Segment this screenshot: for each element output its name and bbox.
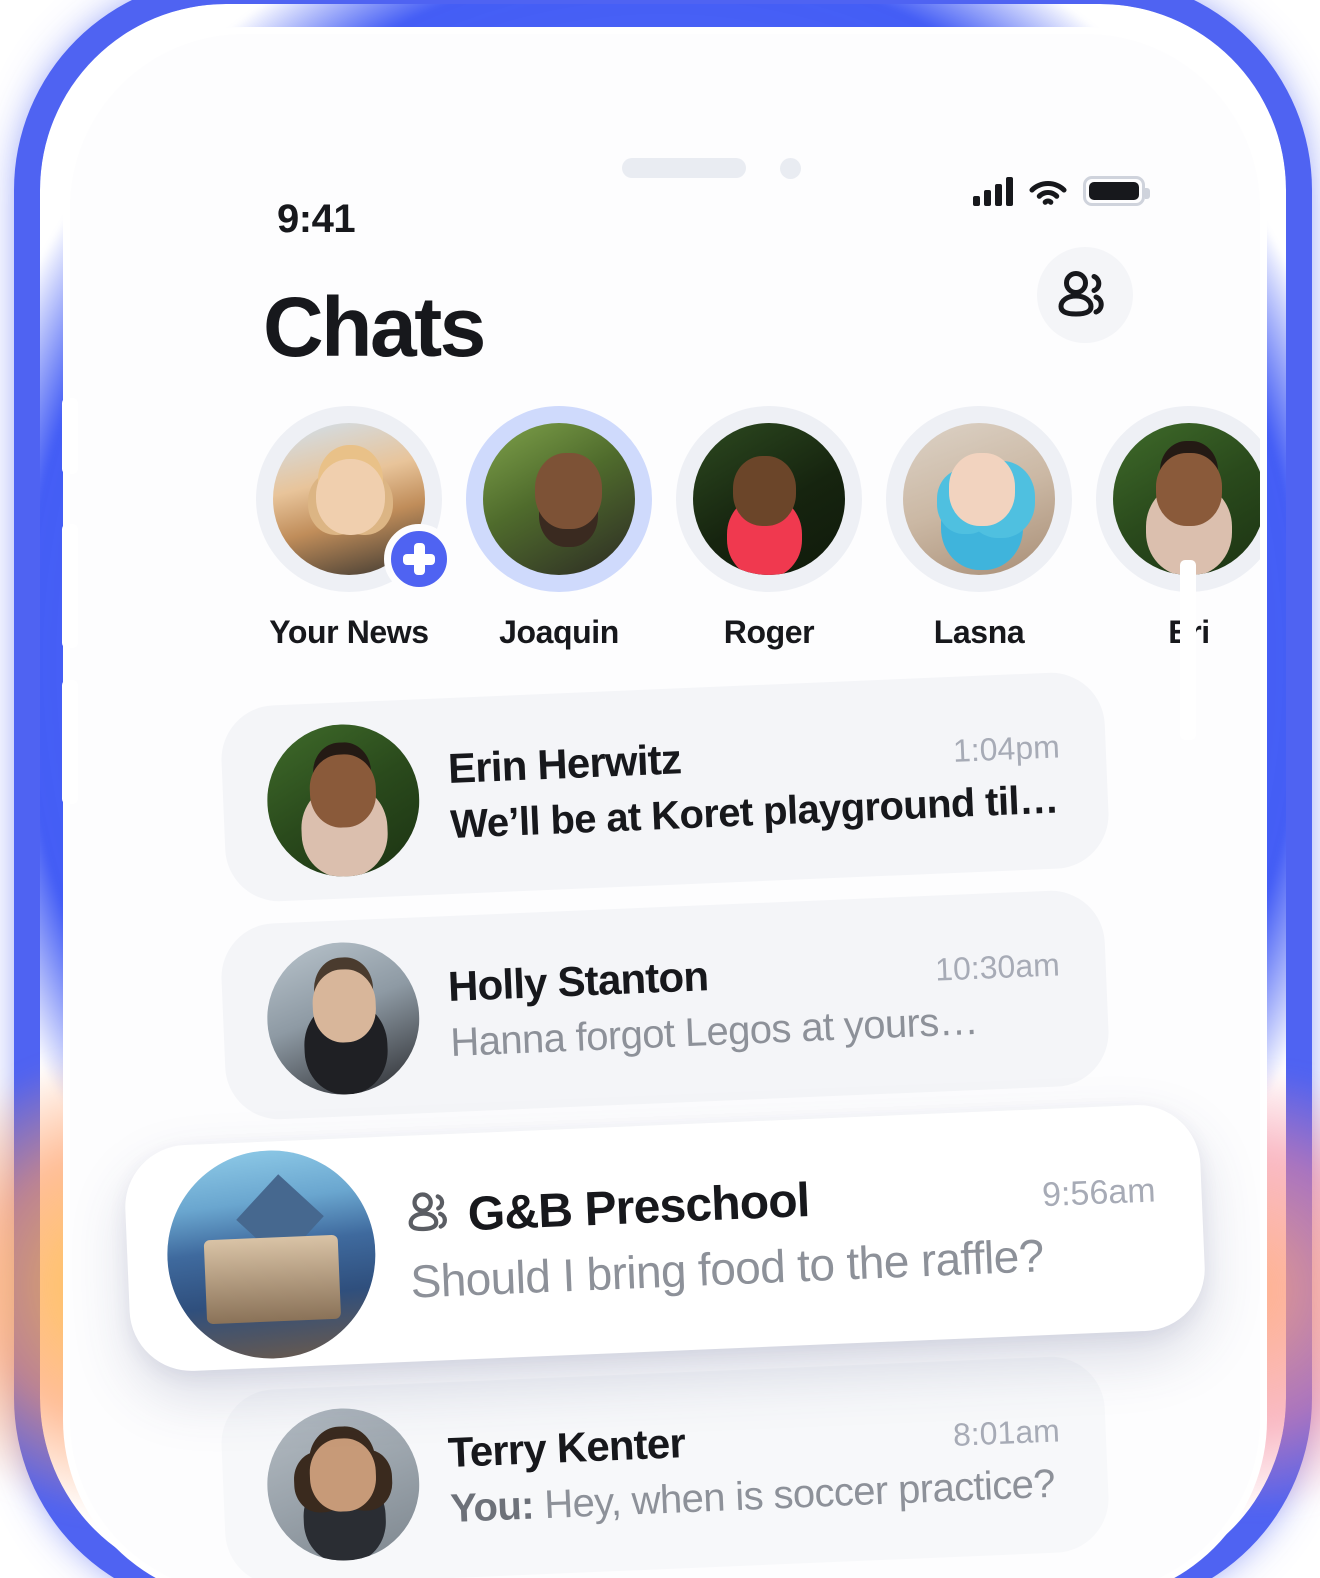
plus-icon[interactable] — [384, 524, 454, 594]
story-avatar — [483, 423, 635, 575]
story-ring — [886, 406, 1072, 592]
volume-down-button[interactable] — [62, 680, 78, 804]
story-ring — [676, 406, 862, 592]
volume-up-button[interactable] — [62, 524, 78, 648]
story-item-eri[interactable]: Eri — [1096, 406, 1260, 651]
story-avatar — [693, 423, 845, 575]
avatar — [163, 1146, 380, 1363]
group-people-icon — [1058, 269, 1112, 322]
status-bar-icons — [973, 164, 1150, 206]
chat-row-holly-stanton[interactable]: Holly Stanton 10:30am Hanna forgot Legos… — [219, 888, 1111, 1122]
story-item-joaquin[interactable]: Joaquin — [466, 406, 652, 651]
wifi-icon — [1029, 177, 1067, 206]
avatar — [264, 939, 423, 1098]
story-label: Roger — [723, 614, 815, 650]
stories-row[interactable]: Your News Joaquin Roger Lasna — [256, 406, 1260, 651]
chat-name: Terry Kenter — [447, 1418, 686, 1476]
avatar — [264, 721, 423, 880]
power-button[interactable] — [1180, 560, 1196, 740]
screenshot-stage: 9:41 Chats Your News Joaquin Roger Lasna… — [0, 0, 1320, 1578]
story-label: Your News — [269, 614, 429, 650]
phone-screen: 9:41 Chats Your News Joaquin Roger Lasna… — [70, 34, 1260, 1578]
new-group-button[interactable] — [1037, 247, 1133, 343]
story-label: Lasna — [933, 614, 1025, 650]
story-ring — [1096, 406, 1260, 592]
cellular-signal-icon — [973, 176, 1013, 206]
story-ring — [256, 406, 454, 594]
front-camera — [780, 158, 801, 179]
story-item-lasna[interactable]: Lasna — [886, 406, 1072, 651]
page-title: Chats — [263, 280, 486, 374]
story-label: Joaquin — [499, 614, 619, 650]
story-item-roger[interactable]: Roger — [676, 406, 862, 651]
chat-row-terry-kenter[interactable]: Terry Kenter 8:01am You: Hey, when is so… — [219, 1354, 1111, 1578]
avatar — [264, 1405, 423, 1564]
story-ring — [466, 406, 652, 592]
chat-timestamp: 10:30am — [934, 945, 1061, 988]
earpiece-speaker — [622, 158, 746, 178]
chat-row-erin-herwitz[interactable]: Erin Herwitz 1:04pm We’ll be at Koret pl… — [219, 670, 1111, 904]
story-avatar — [903, 423, 1055, 575]
status-bar-time: 9:41 — [277, 197, 356, 241]
chat-timestamp: 1:04pm — [952, 727, 1061, 769]
chat-list[interactable]: Erin Herwitz 1:04pm We’ll be at Koret pl… — [70, 670, 1260, 1578]
phone-frame: 9:41 Chats Your News Joaquin Roger Lasna… — [70, 34, 1260, 1578]
chat-preview-sender: You: — [449, 1483, 535, 1531]
chat-name: G&B Preschool — [466, 1173, 811, 1241]
silent-switch-button[interactable] — [62, 398, 78, 474]
chat-preview: Hey, when is soccer practice? — [543, 1461, 1056, 1527]
chat-row-gb-preschool[interactable]: G&B Preschool 9:56am Should I bring food… — [122, 1102, 1208, 1374]
group-people-icon — [407, 1187, 455, 1244]
battery-full-icon — [1083, 176, 1150, 206]
chat-name: Erin Herwitz — [447, 734, 682, 792]
chat-timestamp: 8:01am — [952, 1411, 1061, 1453]
story-avatar — [1113, 423, 1260, 575]
story-item-your-news[interactable]: Your News — [256, 406, 454, 651]
chat-name: Holly Stanton — [447, 951, 710, 1010]
chat-timestamp: 9:56am — [1041, 1170, 1157, 1214]
chat-name-with-group-icon: G&B Preschool — [407, 1172, 811, 1244]
